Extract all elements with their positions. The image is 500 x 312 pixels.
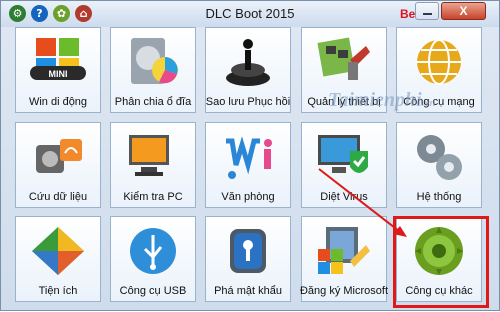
highlight-box	[393, 216, 489, 308]
app-window: ⚙ ? ✿ ⌂ DLC Boot 2015 Beta X MINI Win di…	[0, 0, 500, 311]
